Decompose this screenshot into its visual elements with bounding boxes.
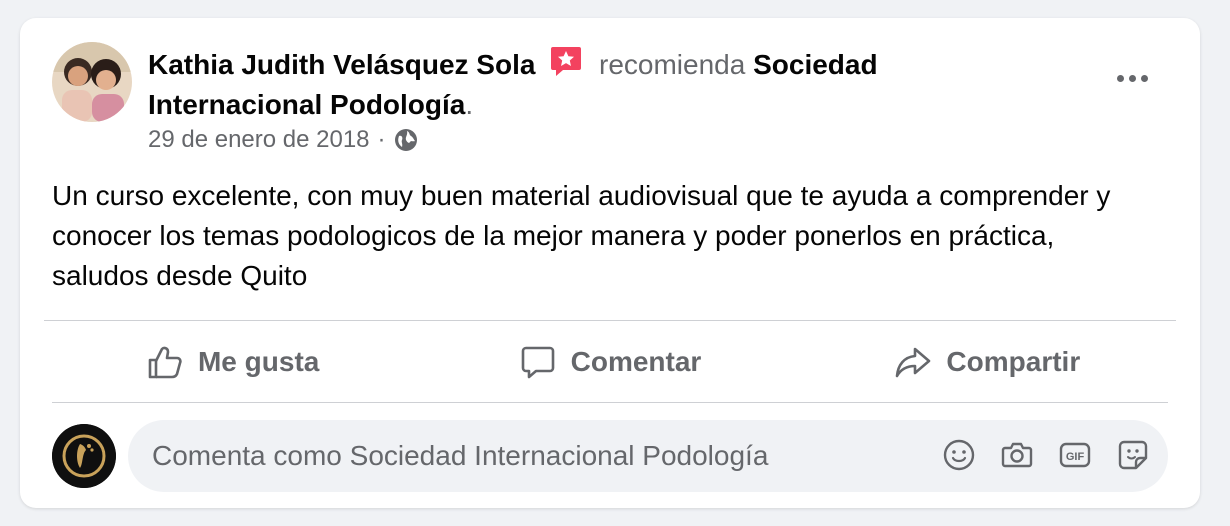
camera-icon[interactable]	[1000, 438, 1034, 472]
more-dot	[1140, 74, 1148, 82]
sticker-icon[interactable]	[1116, 438, 1150, 472]
globe-icon[interactable]	[394, 128, 418, 152]
post-meta: 29 de enero de 2018 ·	[148, 126, 418, 154]
like-button[interactable]: Me gusta	[44, 324, 421, 400]
comment-tools: GIF	[942, 438, 1150, 472]
comment-button[interactable]: Comentar	[421, 324, 798, 400]
more-options-button[interactable]	[1108, 64, 1156, 92]
more-dot	[1128, 74, 1136, 82]
divider-bottom	[52, 402, 1168, 403]
comment-label: Comentar	[570, 346, 702, 377]
author-avatar[interactable]	[52, 42, 132, 122]
recommend-star-icon	[549, 44, 583, 78]
author-name-link[interactable]: Kathia Judith Velásquez Sola	[148, 49, 535, 80]
meta-separator: ·	[377, 126, 386, 153]
comment-icon	[521, 346, 554, 379]
svg-text:GIF: GIF	[1066, 451, 1085, 463]
thumbs-up-icon	[148, 346, 182, 379]
emoji-icon[interactable]	[942, 438, 976, 472]
more-dot	[1116, 74, 1124, 82]
recommends-text: recomienda	[599, 49, 746, 80]
post-actions-bar: Me gusta Comentar Compartir	[44, 324, 1176, 400]
gif-icon[interactable]: GIF	[1058, 438, 1092, 472]
divider-top	[44, 320, 1176, 321]
header-period: .	[465, 89, 474, 120]
share-label: Compartir	[946, 346, 1081, 377]
comment-input-box[interactable]: GIF	[128, 420, 1168, 492]
page-avatar[interactable]	[52, 424, 116, 488]
share-icon	[896, 347, 931, 378]
post-header: Kathia Judith Velásquez Sola recomienda …	[148, 44, 968, 125]
share-button[interactable]: Compartir	[799, 324, 1176, 400]
comment-composer: GIF	[52, 420, 1168, 492]
review-post-card: Kathia Judith Velásquez Sola recomienda …	[20, 18, 1200, 508]
like-label: Me gusta	[197, 346, 320, 377]
comment-input[interactable]	[152, 440, 912, 472]
post-date-link[interactable]: 29 de enero de 2018	[148, 126, 370, 154]
post-body-text: Un curso excelente, con muy buen materia…	[52, 180, 1111, 291]
